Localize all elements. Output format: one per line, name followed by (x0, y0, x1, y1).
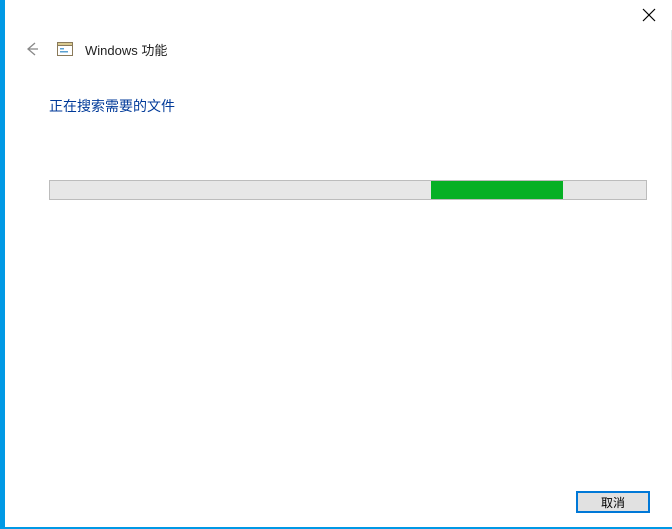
close-button[interactable] (642, 8, 656, 22)
cancel-button[interactable]: 取消 (576, 491, 650, 513)
windows-features-icon (57, 41, 73, 57)
content-area: 正在搜索需要的文件 (5, 60, 672, 200)
window-title: Windows 功能 (85, 40, 167, 59)
progress-bar-fill (431, 181, 562, 199)
back-arrow-icon[interactable] (21, 38, 43, 60)
header: Windows 功能 (5, 0, 672, 60)
footer: 取消 (576, 491, 650, 513)
cancel-button-label: 取消 (601, 494, 625, 511)
status-text: 正在搜索需要的文件 (49, 96, 628, 116)
progress-bar (49, 180, 647, 200)
